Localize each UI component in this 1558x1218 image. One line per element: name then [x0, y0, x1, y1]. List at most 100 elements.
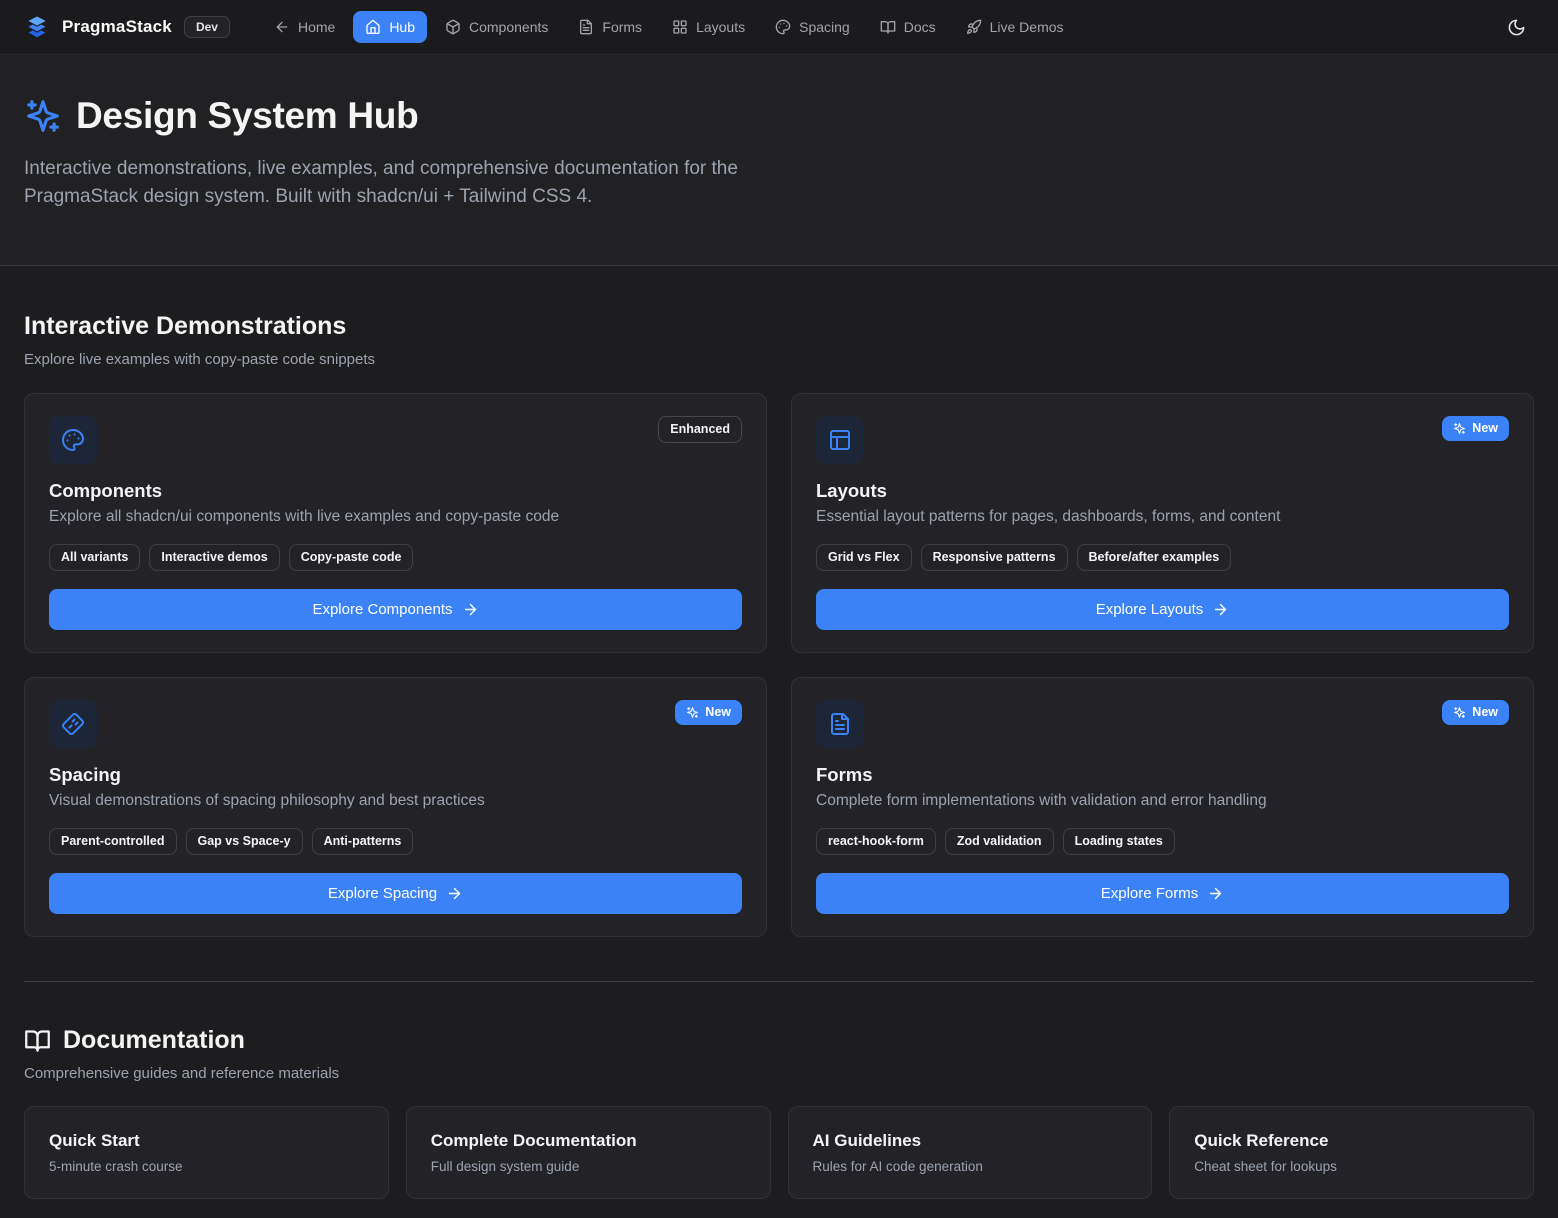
demos-subheading: Explore live examples with copy-paste co…: [24, 351, 1534, 368]
status-badge: New: [675, 700, 742, 725]
arrow-left-icon: [274, 19, 290, 35]
demo-card-layouts: New Layouts Essential layout patterns fo…: [791, 393, 1534, 653]
page-description: Interactive demonstrations, live example…: [24, 155, 772, 211]
brand-name: PragmaStack: [62, 17, 172, 37]
demo-card-forms: New Forms Complete form implementations …: [791, 677, 1534, 937]
sparkles-icon: [1453, 422, 1466, 435]
top-navbar: PragmaStack Dev Home Hub Components Form…: [0, 0, 1558, 55]
package-icon: [445, 19, 461, 35]
main-nav: Home Hub Components Forms Layouts Spacin…: [262, 11, 1499, 43]
panels-top-left-icon: [828, 428, 852, 452]
hero-section: Design System Hub Interactive demonstrat…: [0, 55, 1558, 266]
explore-spacing-button[interactable]: Explore Spacing: [49, 873, 742, 914]
tag-badge: Zod validation: [945, 828, 1054, 855]
ruler-icon: [61, 712, 85, 736]
doc-card-description: Cheat sheet for lookups: [1194, 1159, 1509, 1174]
sparkles-icon: [1453, 706, 1466, 719]
layout-grid-icon: [672, 19, 688, 35]
tag-badge: react-hook-form: [816, 828, 936, 855]
card-description: Visual demonstrations of spacing philoso…: [49, 792, 742, 810]
tag-list: All variants Interactive demos Copy-paste …: [49, 544, 742, 571]
nav-item-layouts[interactable]: Layouts: [660, 11, 757, 43]
card-icon-box: [816, 700, 864, 748]
docs-heading: Documentation: [63, 1026, 245, 1055]
rocket-icon: [966, 19, 982, 35]
tag-badge: All variants: [49, 544, 140, 571]
demo-card-spacing: New Spacing Visual demonstrations of spa…: [24, 677, 767, 937]
arrow-right-icon: [446, 885, 463, 902]
card-description: Complete form implementations with valid…: [816, 792, 1509, 810]
doc-card-title: Quick Reference: [1194, 1131, 1509, 1151]
nav-item-home[interactable]: Home: [262, 11, 347, 43]
explore-components-button[interactable]: Explore Components: [49, 589, 742, 630]
sparkles-icon: [24, 97, 62, 135]
palette-icon: [775, 19, 791, 35]
doc-card-ai-guidelines[interactable]: AI Guidelines Rules for AI code generati…: [788, 1106, 1153, 1199]
card-title: Spacing: [49, 764, 742, 786]
tag-list: Grid vs Flex Responsive patterns Before/af…: [816, 544, 1509, 571]
arrow-right-icon: [1212, 601, 1229, 618]
demos-section: Interactive Demonstrations Explore live …: [24, 266, 1534, 937]
doc-card-description: Rules for AI code generation: [813, 1159, 1128, 1174]
status-badge: New: [1442, 416, 1509, 441]
palette-icon: [61, 428, 85, 452]
demos-heading: Interactive Demonstrations: [24, 312, 1534, 341]
doc-card-complete-documentation[interactable]: Complete Documentation Full design syste…: [406, 1106, 771, 1199]
doc-card-title: Quick Start: [49, 1131, 364, 1151]
card-description: Essential layout patterns for pages, das…: [816, 508, 1509, 526]
nav-item-spacing[interactable]: Spacing: [763, 11, 862, 43]
card-title: Layouts: [816, 480, 1509, 502]
file-text-icon: [578, 19, 594, 35]
tag-badge: Grid vs Flex: [816, 544, 912, 571]
doc-card-description: 5-minute crash course: [49, 1159, 364, 1174]
nav-item-components[interactable]: Components: [433, 11, 560, 43]
theme-toggle-button[interactable]: [1499, 10, 1534, 45]
nav-item-hub[interactable]: Hub: [353, 11, 427, 43]
moon-icon: [1507, 18, 1526, 37]
doc-card-quick-reference[interactable]: Quick Reference Cheat sheet for lookups: [1169, 1106, 1534, 1199]
layers-icon: [24, 14, 50, 40]
file-text-icon: [828, 712, 852, 736]
demo-card-components: Enhanced Components Explore all shadcn/u…: [24, 393, 767, 653]
home-icon: [365, 19, 381, 35]
demo-cards-grid: Enhanced Components Explore all shadcn/u…: [24, 393, 1534, 937]
doc-card-title: Complete Documentation: [431, 1131, 746, 1151]
card-icon-box: [816, 416, 864, 464]
main-content: Interactive Demonstrations Explore live …: [0, 266, 1558, 1199]
tag-badge: Responsive patterns: [921, 544, 1068, 571]
doc-card-title: AI Guidelines: [813, 1131, 1128, 1151]
brand[interactable]: PragmaStack Dev: [24, 14, 230, 40]
tag-badge: Gap vs Space-y: [186, 828, 303, 855]
book-open-icon: [24, 1027, 51, 1054]
tag-badge: Parent-controlled: [49, 828, 177, 855]
status-badge: New: [1442, 700, 1509, 725]
page-title: Design System Hub: [76, 95, 418, 137]
card-description: Explore all shadcn/ui components with li…: [49, 508, 742, 526]
explore-forms-button[interactable]: Explore Forms: [816, 873, 1509, 914]
doc-card-quick-start[interactable]: Quick Start 5-minute crash course: [24, 1106, 389, 1199]
tag-badge: Copy-paste code: [289, 544, 414, 571]
status-badge: Enhanced: [658, 416, 742, 443]
doc-card-description: Full design system guide: [431, 1159, 746, 1174]
nav-item-forms[interactable]: Forms: [566, 11, 654, 43]
card-icon-box: [49, 700, 97, 748]
sparkles-icon: [686, 706, 699, 719]
tag-list: react-hook-form Zod validation Loading sta…: [816, 828, 1509, 855]
tag-badge: Anti-patterns: [312, 828, 414, 855]
env-badge: Dev: [184, 16, 230, 38]
card-title: Forms: [816, 764, 1509, 786]
tag-list: Parent-controlled Gap vs Space-y Anti-patt…: [49, 828, 742, 855]
nav-item-live-demos[interactable]: Live Demos: [954, 11, 1076, 43]
card-title: Components: [49, 480, 742, 502]
book-open-icon: [880, 19, 896, 35]
arrow-right-icon: [1207, 885, 1224, 902]
arrow-right-icon: [462, 601, 479, 618]
card-icon-box: [49, 416, 97, 464]
tag-badge: Interactive demos: [149, 544, 279, 571]
nav-item-docs[interactable]: Docs: [868, 11, 948, 43]
doc-cards-grid: Quick Start 5-minute crash course Comple…: [24, 1106, 1534, 1199]
tag-badge: Loading states: [1063, 828, 1175, 855]
tag-badge: Before/after examples: [1077, 544, 1232, 571]
explore-layouts-button[interactable]: Explore Layouts: [816, 589, 1509, 630]
docs-section: Documentation Comprehensive guides and r…: [24, 982, 1534, 1199]
